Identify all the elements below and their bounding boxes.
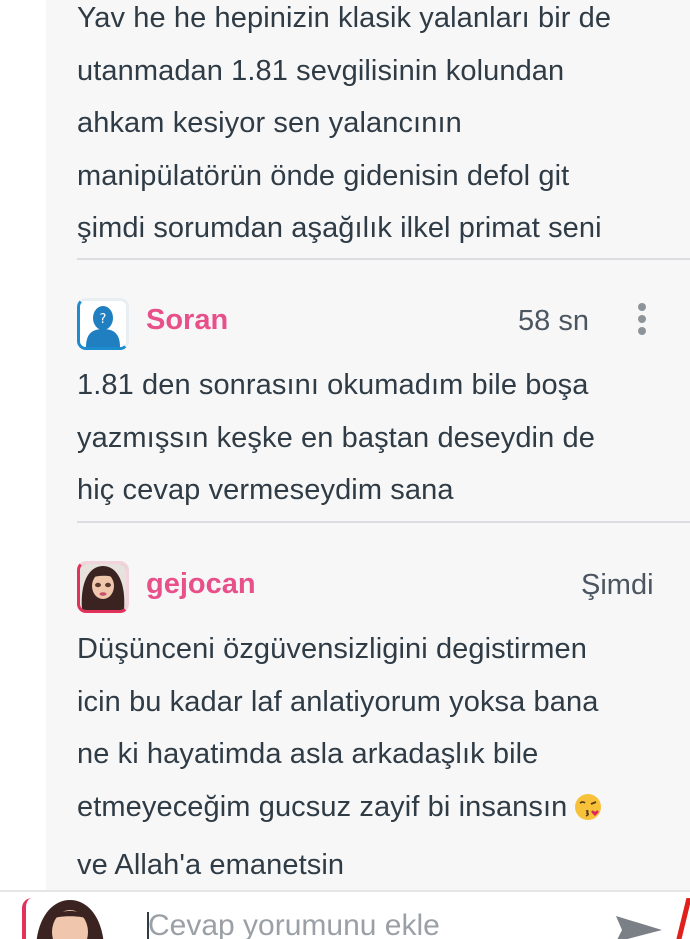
comment-line: 1.81 den sonrasını okumadım bile boşa xyxy=(77,369,589,401)
username[interactable]: gejocan xyxy=(146,568,256,601)
comment-line: Düşünceni özgüvensizligini degistirmen xyxy=(77,633,587,665)
annotation-mark xyxy=(676,897,690,939)
comment-text: 1.81 den sonrasını okumadım bile boşa ya… xyxy=(77,359,667,517)
doll-avatar xyxy=(26,898,114,939)
comment-line: yazmışsın keşke en baştan deseydin de xyxy=(77,421,595,454)
anonymous-user-icon: ? xyxy=(80,301,126,347)
username[interactable]: Soran xyxy=(146,304,228,337)
comment-line: ne ki hayatimda asla arkadaşlık bile xyxy=(77,738,539,770)
comment-line: ahkam kesiyor sen yalancının xyxy=(77,107,462,139)
comment-time: 58 sn xyxy=(518,305,589,337)
comment-text: Düşünceni özgüvensizligini degistirmen i… xyxy=(77,623,667,892)
comment-line: Yav he he hepinizin klasik yalanları bir… xyxy=(77,2,612,34)
comment-time: Şimdi xyxy=(581,569,654,601)
comment-line: ve Allah'a emanetsin xyxy=(77,849,345,881)
comment-divider xyxy=(77,521,690,523)
comment-line: etmeyeceğim gucsuz zayif bi insansın xyxy=(77,790,568,823)
comment-line: utanmadan 1.81 sevgilisinin kolundan xyxy=(77,54,565,87)
more-vertical-icon[interactable] xyxy=(633,303,651,339)
send-icon[interactable] xyxy=(614,912,664,939)
comment-line: icin bu kadar laf anlatiyorum yoksa bana xyxy=(77,685,599,718)
reply-bar xyxy=(0,890,690,939)
comment-text: Yav he he hepinizin klasik yalanları bir… xyxy=(77,0,667,255)
answer-thread-page: Yav he he hepinizin klasik yalanları bir… xyxy=(0,0,690,939)
kissing-face-emoji xyxy=(573,787,603,840)
comment-line: şimdi sorumdan aşağılık ilkel primat sen… xyxy=(77,212,602,244)
comment-line: hiç cevap vermeseydim sana xyxy=(77,474,454,506)
avatar[interactable] xyxy=(77,561,129,613)
comment-line-with-emoji: etmeyeceğim gucsuz zayif bi insansın xyxy=(77,781,667,840)
avatar xyxy=(22,898,118,939)
avatar[interactable]: ? xyxy=(77,298,129,350)
comment-line: manipülatörün önde gidenisin defol git xyxy=(77,159,570,192)
svg-text:?: ? xyxy=(100,312,107,327)
doll-avatar xyxy=(80,564,126,610)
comment-divider xyxy=(77,258,690,260)
reply-input[interactable] xyxy=(148,906,588,939)
